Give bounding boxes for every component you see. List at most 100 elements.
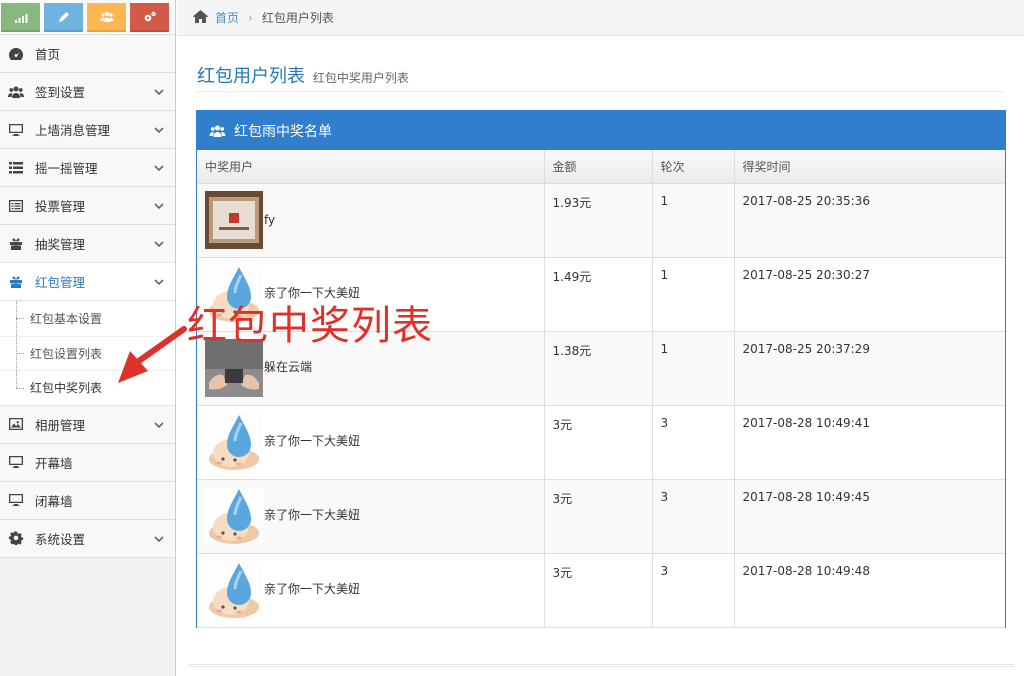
footer-divider [188,664,1014,667]
user-name: 亲了你一下大美妞 [264,434,361,448]
users-icon [8,86,24,98]
shortcut-edit-button[interactable] [44,3,83,32]
table-row[interactable]: 亲了你一下大美妞 3元 3 2017-08-28 10:49:48 [197,553,1005,628]
avatar [205,487,263,545]
cell-round: 1 [652,183,735,258]
users-icon [209,125,226,137]
sidebar-item-lottery[interactable]: 抽奖管理 [0,225,175,263]
table-header-row: 中奖用户 金额 轮次 得奖时间 [197,150,1005,184]
annotation-label: 红包中奖列表 [187,303,433,349]
winners-table: 中奖用户 金额 轮次 得奖时间 fy 1.93元 1 2017-08-25 20… [197,150,1005,628]
breadcrumb-separator-icon: › [248,10,253,25]
home-icon [193,9,208,26]
sidebar-item-label: 抽奖管理 [35,237,86,252]
sidebar-item-label: 开幕墙 [35,455,73,471]
page-header: 红包用户列表 红包中奖用户列表 [197,62,1005,92]
dashboard-icon [9,47,23,60]
pencil-icon [58,11,69,22]
sidebar-item-label: 系统设置 [35,531,86,547]
chevron-down-icon [153,276,165,288]
sidebar-item-checkin[interactable]: 签到设置 [0,73,175,111]
chevron-down-icon [153,419,165,431]
table-row[interactable]: 亲了你一下大美妞 3元 3 2017-08-28 10:49:41 [197,405,1005,480]
cartoon-avatar-icon [205,487,263,545]
user-name: fy [264,213,276,227]
breadcrumb: 首页 › 红包用户列表 [177,0,1024,36]
cell-user: fy [197,183,545,258]
user-name: 躲在云端 [264,360,313,374]
sidebar-menu: 首页 签到设置 上墙消息管理 摇一摇管理 投票管理 抽奖管理 红包管理 [0,35,175,301]
sidebar-item-label: 红包管理 [35,275,86,290]
sidebar-item-shake[interactable]: 摇一摇管理 [0,149,175,187]
photo-avatar-icon [205,191,263,249]
cell-time: 2017-08-25 20:37:29 [734,331,1005,406]
signal-icon [14,13,27,23]
cell-user: 亲了你一下大美妞 [197,479,545,554]
cell-round: 3 [652,553,735,628]
cell-time: 2017-08-25 20:35:36 [734,183,1005,258]
table-row[interactable]: 亲了你一下大美妞 3元 3 2017-08-28 10:49:45 [197,479,1005,554]
gift-icon [10,237,22,250]
sidebar-item-album[interactable]: 相册管理 [0,405,175,444]
cell-amount: 3元 [544,405,653,480]
breadcrumb-current: 红包用户列表 [261,11,334,25]
sidebar-item-opening-wall[interactable]: 开幕墙 [0,443,175,482]
desktop-icon [9,123,23,136]
cell-round: 3 [652,479,735,554]
cell-amount: 3元 [544,553,653,628]
sidebar-item-redpacket[interactable]: 红包管理 [0,263,175,301]
cell-user: 亲了你一下大美妞 [197,553,545,628]
cartoon-avatar-icon [205,413,263,471]
table-row[interactable]: fy 1.93元 1 2017-08-25 20:35:36 [197,183,1005,258]
shortcut-stats-button[interactable] [1,3,40,32]
sidebar-item-label: 投票管理 [35,199,86,214]
gift-icon [10,275,22,288]
cell-time: 2017-08-28 10:49:41 [734,405,1005,480]
sidebar-item-label: 摇一摇管理 [35,161,98,176]
sidebar-item-label: 首页 [35,47,61,62]
chevron-down-icon [153,124,165,136]
cell-time: 2017-08-28 10:49:45 [734,479,1005,554]
column-header-round[interactable]: 轮次 [652,150,735,184]
avatar [205,191,263,249]
users-icon [100,11,113,22]
cell-time: 2017-08-28 10:49:48 [734,553,1005,628]
sidebar-item-vote[interactable]: 投票管理 [0,187,175,225]
cell-time: 2017-08-25 20:30:27 [734,257,1005,332]
user-name: 亲了你一下大美妞 [264,508,361,522]
sidebar-item-label: 相册管理 [35,417,86,433]
user-name: 亲了你一下大美妞 [264,582,361,596]
chevron-down-icon [153,238,165,250]
winners-widget: 红包雨中奖名单 中奖用户 金额 轮次 得奖时间 fy 1.93元 1 2017-… [196,110,1006,628]
desktop-icon [9,456,23,468]
shortcut-users-button[interactable] [87,3,126,32]
cogs-icon [144,11,156,21]
sidebar-item-closing-wall[interactable]: 闭幕墙 [0,481,175,520]
cog-icon [8,531,24,545]
cell-amount: 3元 [544,479,653,554]
cell-round: 3 [652,405,735,480]
sidebar-item-label: 闭幕墙 [35,493,73,509]
avatar [205,561,263,619]
cell-user: 亲了你一下大美妞 [197,405,545,480]
sidebar-item-label: 上墙消息管理 [35,123,111,138]
sidebar-item-system-settings[interactable]: 系统设置 [0,519,175,558]
widget-title: 红包雨中奖名单 [234,123,332,140]
widget-header: 红包雨中奖名单 [197,111,1005,150]
shortcut-settings-button[interactable] [130,3,169,32]
cartoon-avatar-icon [205,561,263,619]
sidebar-item-label: 签到设置 [35,85,86,100]
column-header-user[interactable]: 中奖用户 [197,150,545,184]
avatar [205,413,263,471]
cell-round: 1 [652,257,735,332]
sidebar-menu-lower: 相册管理 开幕墙 闭幕墙 系统设置 [0,405,175,558]
column-header-time[interactable]: 得奖时间 [734,150,1005,184]
cell-amount: 1.93元 [544,183,653,258]
cell-amount: 1.38元 [544,331,653,406]
column-header-amount[interactable]: 金额 [544,150,653,184]
sidebar-item-home[interactable]: 首页 [0,35,175,73]
sidebar-shortcuts [0,0,175,35]
sidebar-item-wall-messages[interactable]: 上墙消息管理 [0,111,175,149]
chevron-down-icon [153,533,165,545]
breadcrumb-home-link[interactable]: 首页 [215,9,239,26]
